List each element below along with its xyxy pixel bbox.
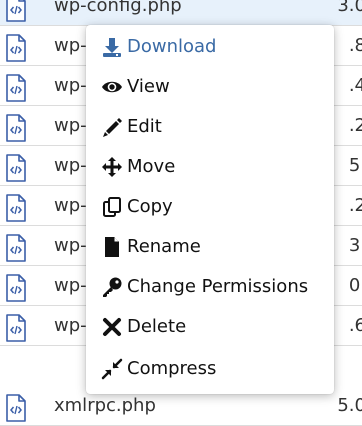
file-name[interactable]: wp- (54, 34, 87, 58)
menu-item-rename[interactable]: Rename (86, 227, 334, 267)
menu-item-compress[interactable]: Compress (86, 349, 334, 389)
file-name[interactable]: wp- (54, 114, 87, 138)
php-file-icon (6, 34, 26, 62)
file-name[interactable]: wp-config.php (54, 0, 182, 18)
file-size: .2 (348, 195, 362, 216)
php-file-icon (6, 234, 26, 262)
file-name[interactable]: wp- (54, 74, 87, 98)
php-file-icon (6, 394, 26, 422)
file-size: .8 (348, 35, 362, 56)
file-size: 5. (348, 155, 362, 176)
menu-item-download[interactable]: Download (86, 27, 334, 67)
menu-item-label: Download (127, 36, 217, 57)
key-icon (101, 276, 123, 298)
file-name[interactable]: wp- (54, 234, 87, 258)
file-name[interactable]: wp- (54, 194, 87, 218)
file-size: .4 (348, 75, 362, 96)
file-size: .6 (348, 315, 362, 336)
eye-icon (101, 76, 123, 98)
php-file-icon (6, 194, 26, 222)
menu-item-delete[interactable]: Delete (86, 307, 334, 347)
menu-item-change-permissions[interactable]: Change Permissions (86, 267, 334, 307)
php-file-icon (6, 274, 26, 302)
file-icon (101, 236, 123, 258)
file-row-wp-config[interactable]: wp-config.php 3.0 (0, 0, 362, 26)
menu-item-label: Copy (127, 196, 173, 217)
menu-item-label: Edit (127, 116, 162, 137)
file-name[interactable]: wp- (54, 274, 87, 298)
file-size: 5.0 (337, 395, 362, 416)
menu-item-label: Move (127, 156, 176, 177)
move-arrows-icon (101, 156, 123, 178)
php-file-icon (6, 314, 26, 342)
download-icon (101, 36, 123, 58)
menu-item-label: Compress (127, 358, 217, 379)
menu-item-copy[interactable]: Copy (86, 187, 334, 227)
php-file-icon (6, 0, 26, 22)
x-icon (101, 316, 123, 338)
file-size: .2 (348, 115, 362, 136)
menu-item-label: Rename (127, 236, 201, 257)
menu-item-edit[interactable]: Edit (86, 107, 334, 147)
menu-item-label: Change Permissions (127, 276, 309, 297)
copy-icon (101, 196, 123, 218)
file-size: 3.0 (337, 0, 362, 16)
pencil-icon (101, 116, 123, 138)
menu-item-label: Delete (127, 316, 187, 337)
file-size: 3. (348, 235, 362, 256)
php-file-icon (6, 114, 26, 142)
file-name[interactable]: wp- (54, 314, 87, 338)
menu-item-label: View (127, 76, 170, 97)
file-size: 0. (348, 275, 362, 296)
php-file-icon (6, 74, 26, 102)
file-name[interactable]: xmlrpc.php (54, 394, 156, 418)
php-file-icon (6, 154, 26, 182)
file-name[interactable]: wp- (54, 154, 87, 178)
compress-icon (101, 358, 123, 380)
context-menu: Download View Edit Move Copy Rename Chan… (86, 25, 334, 394)
menu-item-move[interactable]: Move (86, 147, 334, 187)
menu-item-view[interactable]: View (86, 67, 334, 107)
